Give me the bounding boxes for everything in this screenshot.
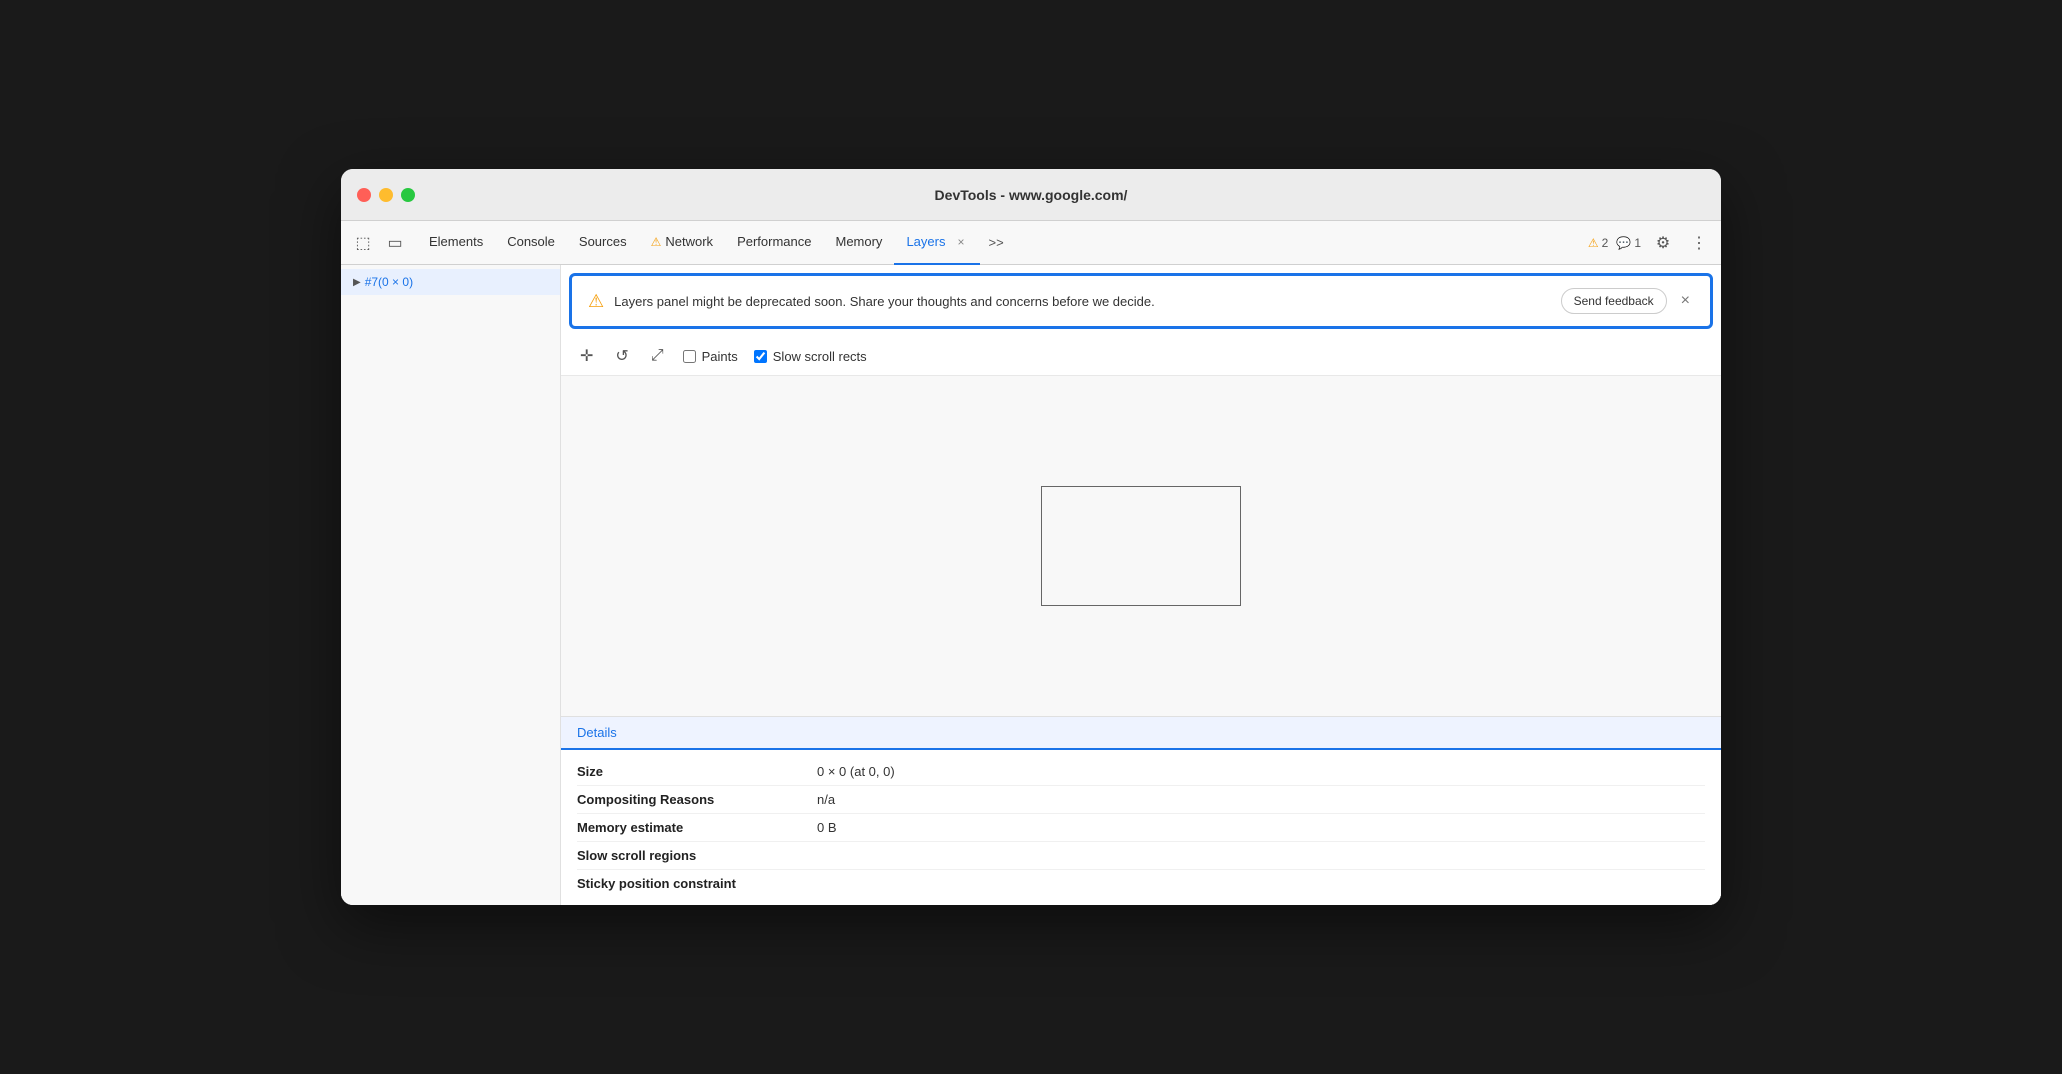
detail-value: 0 × 0 (at 0, 0)	[817, 764, 895, 779]
inspector-icon: ⬚	[355, 233, 370, 253]
paints-label-text: Paints	[702, 349, 738, 364]
device-emulation-btn[interactable]: ▭	[381, 229, 409, 257]
tab-console[interactable]: Console	[495, 221, 567, 265]
fit-tool-button[interactable]: ⤢	[648, 344, 667, 368]
table-row: Sticky position constraint	[577, 870, 1705, 897]
rotate-tool-button[interactable]: ↺	[612, 343, 631, 369]
slow-scroll-label-text: Slow scroll rects	[773, 349, 867, 364]
warnings-count: 2	[1602, 236, 1609, 250]
banner-message: Layers panel might be deprecated soon. S…	[614, 294, 1550, 309]
detail-key: Size	[577, 764, 817, 779]
tab-performance-label: Performance	[737, 234, 811, 249]
close-banner-button[interactable]: ×	[1677, 292, 1694, 310]
rotate-icon: ↺	[615, 346, 628, 366]
settings-button[interactable]: ⚙	[1649, 229, 1677, 257]
banner-warning-icon: ⚠	[588, 291, 604, 312]
close-button[interactable]	[357, 188, 371, 202]
tab-elements[interactable]: Elements	[417, 221, 495, 265]
close-layers-tab[interactable]: ×	[953, 233, 968, 251]
layer-item-1-label: #7(0 × 0)	[365, 275, 413, 289]
window-title: DevTools - www.google.com/	[935, 187, 1128, 203]
send-feedback-button[interactable]: Send feedback	[1561, 288, 1667, 314]
fit-icon: ⤢	[651, 347, 664, 365]
detail-value: n/a	[817, 792, 835, 807]
titlebar: DevTools - www.google.com/	[341, 169, 1721, 221]
tab-memory[interactable]: Memory	[823, 221, 894, 265]
network-warning-icon: ⚠	[651, 235, 662, 249]
info-badge-icon: 💬	[1616, 236, 1631, 250]
slow-scroll-label[interactable]: Slow scroll rects	[754, 349, 867, 364]
table-row: Size 0 × 0 (at 0, 0)	[577, 758, 1705, 786]
minimize-button[interactable]	[379, 188, 393, 202]
table-row: Memory estimate 0 B	[577, 814, 1705, 842]
info-count: 1	[1634, 236, 1641, 250]
detail-value: 0 B	[817, 820, 837, 835]
details-tab[interactable]: Details	[561, 717, 1721, 750]
slow-scroll-checkbox[interactable]	[754, 350, 767, 363]
detail-key: Slow scroll regions	[577, 848, 817, 863]
layer-visual-box	[1041, 486, 1241, 606]
more-vert-icon: ⋮	[1691, 233, 1707, 253]
warning-badge-icon: ⚠	[1588, 236, 1599, 250]
tab-layers[interactable]: Layers ×	[894, 221, 980, 265]
layers-canvas	[561, 376, 1721, 716]
layers-sidebar: ▶ #7(0 × 0)	[341, 265, 561, 905]
layers-main-content: ⚠ Layers panel might be deprecated soon.…	[561, 265, 1721, 905]
maximize-button[interactable]	[401, 188, 415, 202]
window-controls	[357, 188, 415, 202]
more-tabs-button[interactable]: >>	[980, 221, 1011, 265]
paints-checkbox[interactable]	[683, 350, 696, 363]
devtools-tabbar: ⬚ ▭ Elements Console Sources ⚠ Network P…	[341, 221, 1721, 265]
more-options-button[interactable]: ⋮	[1685, 229, 1713, 257]
layers-toolbar: ✛ ↺ ⤢ Paints Slow scroll rects	[561, 337, 1721, 376]
devtools-window: DevTools - www.google.com/ ⬚ ▭ Elements …	[341, 169, 1721, 905]
tab-sources[interactable]: Sources	[567, 221, 639, 265]
details-table: Size 0 × 0 (at 0, 0) Compositing Reasons…	[561, 750, 1721, 905]
pan-icon: ✛	[580, 346, 593, 366]
details-tab-label: Details	[577, 725, 617, 740]
tab-console-label: Console	[507, 234, 555, 249]
devtools-right-controls: ⚠ 2 💬 1 ⚙ ⋮	[1588, 229, 1713, 257]
table-row: Slow scroll regions	[577, 842, 1705, 870]
tree-triangle-icon: ▶	[353, 277, 361, 288]
tab-elements-label: Elements	[429, 234, 483, 249]
deprecation-warning-banner: ⚠ Layers panel might be deprecated soon.…	[569, 273, 1713, 329]
detail-key: Compositing Reasons	[577, 792, 817, 807]
layer-item-1[interactable]: ▶ #7(0 × 0)	[341, 269, 560, 295]
details-panel: Details Size 0 × 0 (at 0, 0) Compositing…	[561, 716, 1721, 905]
settings-icon: ⚙	[1656, 233, 1670, 253]
warnings-badge[interactable]: ⚠ 2	[1588, 236, 1608, 250]
device-emulation-icon: ▭	[387, 233, 402, 253]
more-tabs-icon: >>	[988, 235, 1003, 250]
devtools-body: ▶ #7(0 × 0) ⚠ Layers panel might be depr…	[341, 265, 1721, 905]
tab-performance[interactable]: Performance	[725, 221, 823, 265]
tab-network[interactable]: ⚠ Network	[639, 221, 725, 265]
tab-sources-label: Sources	[579, 234, 627, 249]
info-badge[interactable]: 💬 1	[1616, 236, 1641, 250]
devtools-icon-group: ⬚ ▭	[349, 229, 409, 257]
paints-label[interactable]: Paints	[683, 349, 738, 364]
tab-memory-label: Memory	[835, 234, 882, 249]
detail-key: Memory estimate	[577, 820, 817, 835]
tab-network-label: Network	[665, 234, 713, 249]
inspector-icon-btn[interactable]: ⬚	[349, 229, 377, 257]
detail-key: Sticky position constraint	[577, 876, 817, 891]
pan-tool-button[interactable]: ✛	[577, 343, 596, 369]
table-row: Compositing Reasons n/a	[577, 786, 1705, 814]
tab-layers-label: Layers	[906, 234, 945, 249]
